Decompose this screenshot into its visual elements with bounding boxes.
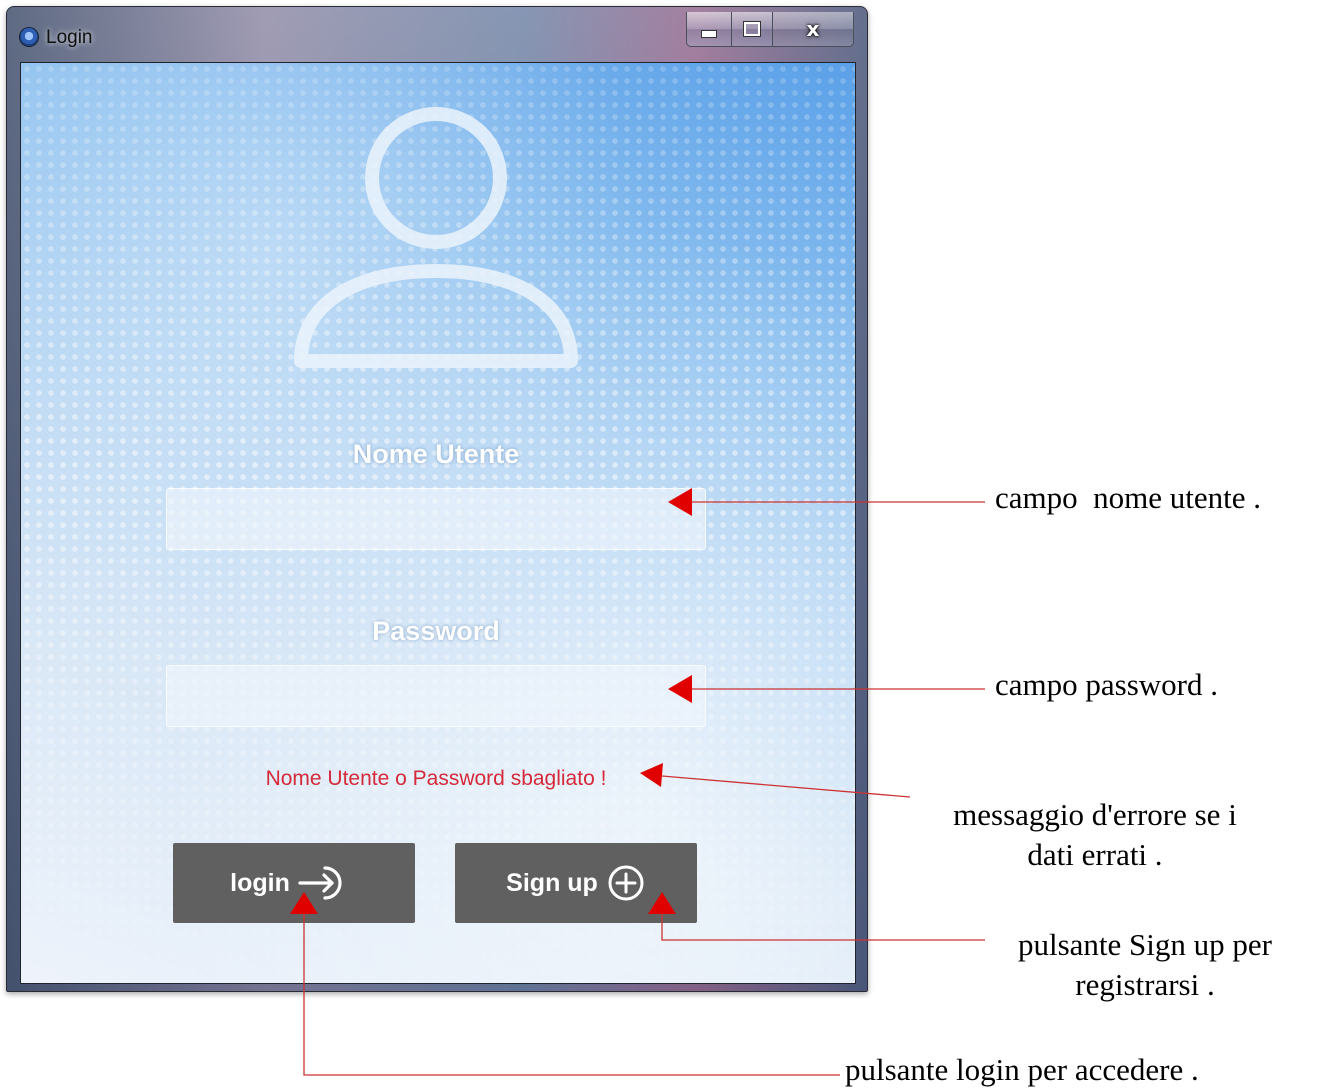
password-arrowhead (668, 675, 692, 703)
annotation-signup: pulsante Sign up per registrarsi . (975, 925, 1315, 1005)
annotation-arrows (290, 488, 985, 1076)
signup-leader-line (661, 902, 985, 941)
username-arrowhead (668, 488, 692, 516)
annotation-signup-line1: pulsante Sign up per (1018, 927, 1272, 962)
error-leader-line (661, 775, 911, 798)
signup-arrowhead (648, 892, 676, 914)
annotation-error-line2: dati errati . (1027, 837, 1163, 872)
annotation-signup-line2: registrarsi . (1075, 967, 1215, 1002)
login-arrowhead (290, 892, 318, 914)
annotation-error-line1: messaggio d'errore se i (953, 797, 1237, 832)
annotation-username: campo nome utente . (995, 480, 1261, 515)
annotation-login: pulsante login per accedere . (845, 1052, 1199, 1087)
annotation-password: campo password . (995, 667, 1218, 702)
annotation-error: messaggio d'errore se i dati errati . (905, 795, 1285, 875)
login-leader-line (303, 904, 840, 1076)
error-arrowhead (640, 763, 663, 787)
